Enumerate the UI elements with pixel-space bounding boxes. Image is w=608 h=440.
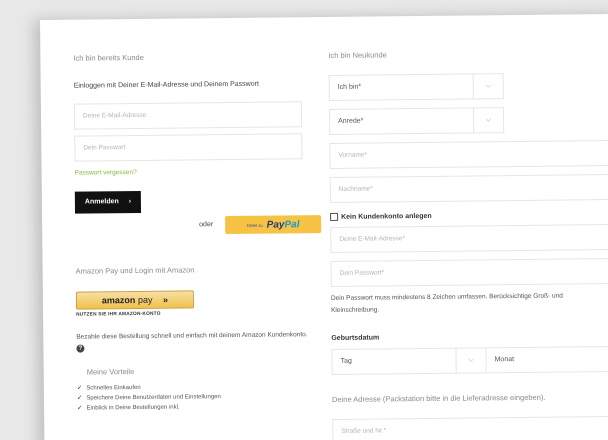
login-button-label: Anmelden <box>84 198 119 206</box>
no-account-checkbox-row[interactable]: Kein Kundenkonto anlegen <box>330 212 432 221</box>
firstname-input[interactable]: Vorname* <box>329 139 608 169</box>
title-select-value: Anrede* <box>338 117 364 125</box>
login-email-input[interactable]: Deine E-Mail-Adresse <box>73 101 303 130</box>
arrow-right-icon: › <box>128 198 132 206</box>
paypal-direct-label: Direkt zu <box>246 222 263 228</box>
chevron-down-icon: ⌵ <box>472 74 503 99</box>
amazon-pay-button[interactable]: amazon pay » <box>75 290 195 310</box>
birthdate-label: Geburtsdatum <box>331 334 380 342</box>
birth-month-select[interactable]: Monat <box>486 345 608 374</box>
paypal-logo: PayPal <box>267 219 300 230</box>
paypal-logo-b: Pal <box>284 218 300 230</box>
help-icon[interactable]: ? <box>76 344 85 353</box>
chevron-down-icon: ⌵ <box>472 108 504 133</box>
check-icon: ✓ <box>77 404 83 412</box>
login-password-input[interactable]: Dein Passwort <box>74 133 303 162</box>
birth-month-select-value: Monat <box>494 356 515 364</box>
birth-day-select[interactable]: Tag ⌵ <box>331 347 487 375</box>
title-select[interactable]: Anrede* ⌵ <box>328 107 505 135</box>
amazon-description-text: Bezahle diese Bestellung schnell und ein… <box>76 331 308 341</box>
amazon-pay-text: pay <box>137 294 153 305</box>
new-customer-column: Ich bin Neukunde Ich bin* ⌵ Anrede* ⌵ Vo… <box>328 14 608 440</box>
birth-day-select-value: Tag <box>340 357 352 365</box>
or-text: oder <box>199 221 214 229</box>
no-account-label: Kein Kundenkonto anlegen <box>341 212 432 221</box>
amazon-logo-text: amazon <box>101 295 136 306</box>
forgot-password-link[interactable]: Passwort vergessen? <box>75 169 137 177</box>
double-chevron-icon: » <box>162 294 169 305</box>
advantages-list: ✓ Schnelles Einkaufen ✓ Speichere Deine Be… <box>77 382 237 414</box>
paypal-button[interactable]: Direkt zu PayPal <box>225 215 322 235</box>
amazon-description: Bezahle diese Bestellung schnell und ein… <box>76 329 308 355</box>
login-heading: Einloggen mit Deiner E-Mail-Adresse und … <box>73 80 259 90</box>
address-hint: Deine Adresse (Packstation bitte in die … <box>331 392 546 404</box>
login-button[interactable]: Anmelden › <box>74 190 142 214</box>
amazon-section-title: Amazon Pay und Login mit Amazon <box>75 265 195 276</box>
street-input[interactable]: Straße und Nr.* <box>332 415 608 440</box>
amazon-subtext: NUTZEN SIE IHR AMAZON-KONTO <box>76 311 161 318</box>
existing-customer-column: Ich bin bereits Kunde Einloggen mit Dein… <box>73 17 335 412</box>
new-customer-title: Ich bin Neukunde <box>328 50 387 60</box>
register-password-input[interactable]: Dein Passwort* <box>330 257 608 287</box>
chevron-down-icon: ⌵ <box>455 348 486 373</box>
register-email-input[interactable]: Deine E-Mail-Adresse* <box>330 223 608 253</box>
existing-customer-title: Ich bin bereits Kunde <box>73 52 144 63</box>
salutation-select-value: Ich bin* <box>337 83 362 91</box>
advantages-title: Meine Vorteile <box>86 367 135 377</box>
checkout-login-page: Ich bin bereits Kunde Einloggen mit Dein… <box>40 13 608 440</box>
no-account-checkbox[interactable] <box>330 212 339 221</box>
paypal-logo-a: Pay <box>266 218 285 231</box>
salutation-select[interactable]: Ich bin* ⌵ <box>328 73 504 101</box>
list-item: ✓ Einblick in Deine Bestellungen inkl. <box>77 404 180 412</box>
password-hint: Dein Passwort muss mindestens 8 Zeichen … <box>330 292 563 314</box>
check-icon: ✓ <box>76 384 83 392</box>
lastname-input[interactable]: Nachname* <box>329 173 608 203</box>
check-icon: ✓ <box>76 394 83 402</box>
